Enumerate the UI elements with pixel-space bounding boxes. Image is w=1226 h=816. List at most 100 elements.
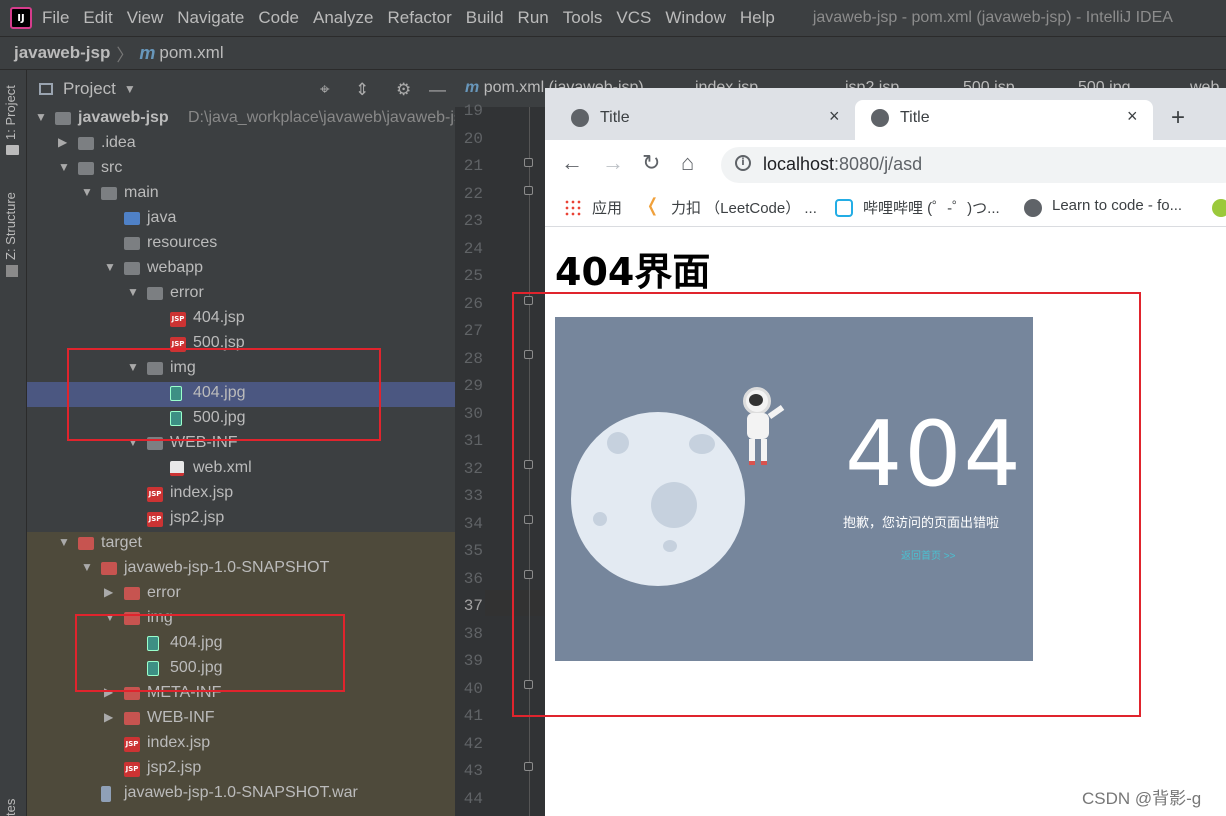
tree-item[interactable]: ▶ error — [27, 582, 455, 607]
line-number: 20 — [463, 129, 483, 148]
window-title: javaweb-jsp - pom.xml (javaweb-jsp) - In… — [812, 9, 1173, 26]
tree-item[interactable]: ▼ src — [27, 157, 455, 182]
tree-item-label: javaweb-jsp-1.0-SNAPSHOT.war — [124, 784, 358, 801]
tree-item[interactable]: ▼ javaweb-jsp-1.0-SNAPSHOT — [27, 557, 455, 582]
fold-marker-icon[interactable] — [524, 460, 533, 469]
new-tab-button[interactable]: + — [1171, 104, 1185, 132]
browser-tab-active[interactable]: Title × — [855, 100, 1153, 140]
fold-marker-icon[interactable] — [524, 158, 533, 167]
folder-icon — [147, 287, 163, 300]
menu-edit[interactable]: Edit — [83, 8, 112, 28]
source-folder-icon — [124, 212, 140, 225]
menu-refactor[interactable]: Refactor — [387, 8, 451, 28]
tree-item[interactable]: ▼ javaweb-jsp D:\java_workplace\javaweb\ja… — [27, 107, 455, 132]
tree-item[interactable]: JSP index.jsp — [27, 482, 455, 507]
address-bar[interactable]: i localhost:8080/j/asd — [721, 147, 1226, 183]
gear-icon[interactable]: ⚙ — [396, 80, 411, 100]
url-text[interactable]: localhost:8080/j/asd — [763, 154, 922, 175]
breadcrumb-file[interactable]: pom.xml — [159, 43, 223, 63]
menu-run[interactable]: Run — [518, 8, 549, 28]
fold-marker-icon[interactable] — [524, 570, 533, 579]
line-number: 30 — [463, 404, 483, 423]
back-arrow-icon[interactable]: ← — [561, 150, 583, 176]
expand-arrow-icon[interactable]: ▼ — [58, 535, 70, 549]
freecodecamp-icon — [1212, 199, 1226, 217]
line-number: 27 — [463, 322, 483, 340]
expand-arrow-icon[interactable]: ▼ — [58, 160, 70, 174]
tree-item-label: 404.jsp — [193, 309, 245, 326]
tab-bottom[interactable]: tes — [3, 799, 18, 816]
tree-item[interactable]: ▶ .idea — [27, 132, 455, 157]
fold-marker-icon[interactable] — [524, 350, 533, 359]
menu-navigate[interactable]: Navigate — [177, 8, 244, 28]
tree-item[interactable]: ▼ target — [27, 532, 455, 557]
collapse-all-icon[interactable]: ⇕ — [355, 80, 369, 100]
expand-arrow-icon[interactable]: ▼ — [35, 110, 47, 124]
module-icon — [55, 112, 71, 125]
browser-tab[interactable]: Title × — [559, 100, 855, 140]
collapse-arrow-icon[interactable]: ▶ — [104, 585, 113, 599]
collapse-arrow-icon[interactable]: ▶ — [58, 135, 67, 149]
expand-arrow-icon[interactable]: ▼ — [104, 260, 116, 274]
project-panel-header: Project ▼ ⌖ ⇕ ⚙ — — [27, 71, 455, 108]
bookmark-learn-to-code[interactable]: Learn to code - fo... — [1052, 197, 1182, 214]
reload-icon[interactable]: ↻ — [642, 150, 660, 176]
close-tab-icon[interactable]: × — [829, 106, 840, 127]
menu-file[interactable]: File — [42, 8, 69, 28]
menu-vcs[interactable]: VCS — [616, 8, 651, 28]
xml-file-icon — [170, 461, 184, 476]
fold-marker-icon[interactable] — [524, 515, 533, 524]
excluded-folder-icon — [78, 537, 94, 550]
menu-tools[interactable]: Tools — [563, 8, 603, 28]
breadcrumb-project[interactable]: javaweb-jsp — [14, 43, 110, 63]
menu-view[interactable]: View — [127, 8, 164, 28]
line-number: 33 — [463, 487, 483, 505]
tree-item[interactable]: ▼ main — [27, 182, 455, 207]
tree-item[interactable]: javaweb-jsp-1.0-SNAPSHOT.war — [27, 782, 455, 807]
line-number: 23 — [463, 212, 483, 230]
bookmark-bilibili[interactable]: 哔哩哔哩 (゜-゜)つ... — [863, 197, 1000, 218]
menu-analyze[interactable]: Analyze — [313, 8, 373, 28]
tree-item[interactable]: ▶ WEB-INF — [27, 707, 455, 732]
fold-marker-icon[interactable] — [524, 762, 533, 771]
tree-item[interactable]: ▼ webapp — [27, 257, 455, 282]
tree-item[interactable]: ▼ error — [27, 282, 455, 307]
forward-arrow-icon[interactable]: → — [602, 150, 624, 176]
expand-arrow-icon[interactable]: ▼ — [81, 185, 93, 199]
tree-item[interactable]: JSP 404.jsp — [27, 307, 455, 332]
tree-item[interactable]: web.xml — [27, 457, 455, 482]
minimize-icon[interactable]: — — [429, 80, 446, 100]
url-path: :8080/j/asd — [834, 154, 923, 174]
chevron-down-icon[interactable]: ▼ — [124, 82, 136, 96]
bookmark-leetcode[interactable]: 力扣 （LeetCode） ... — [671, 197, 817, 218]
tree-item-label: main — [124, 184, 159, 201]
tree-item[interactable]: resources — [27, 232, 455, 257]
line-number: 19 — [463, 102, 483, 120]
bookmark-apps[interactable]: 应用 — [592, 197, 622, 218]
locate-icon[interactable]: ⌖ — [320, 80, 330, 100]
close-tab-icon[interactable]: × — [1127, 106, 1138, 127]
tree-item[interactable]: java — [27, 207, 455, 232]
tree-item[interactable]: JSP jsp2.jsp — [27, 507, 455, 532]
collapse-arrow-icon[interactable]: ▶ — [104, 710, 113, 724]
menu-window[interactable]: Window — [665, 8, 725, 28]
fold-marker-icon[interactable] — [524, 296, 533, 305]
structure-icon — [6, 265, 18, 277]
expand-arrow-icon[interactable]: ▼ — [81, 560, 93, 574]
fold-marker-icon[interactable] — [524, 680, 533, 689]
menu-code[interactable]: Code — [258, 8, 299, 28]
fold-marker-icon[interactable] — [524, 186, 533, 195]
tree-item[interactable]: JSP jsp2.jsp — [27, 757, 455, 782]
menu-help[interactable]: Help — [740, 8, 775, 28]
home-icon[interactable]: ⌂ — [681, 150, 694, 176]
expand-arrow-icon[interactable]: ▼ — [127, 285, 139, 299]
line-number: 44 — [463, 789, 483, 808]
menu-build[interactable]: Build — [466, 8, 504, 28]
tree-item[interactable]: JSP index.jsp — [27, 732, 455, 757]
tab-structure[interactable]: Z: Structure — [3, 192, 18, 260]
project-panel-title[interactable]: Project — [63, 79, 116, 99]
tab-project[interactable]: 1: Project — [3, 85, 18, 140]
info-icon[interactable]: i — [735, 155, 751, 171]
war-file-icon — [101, 786, 111, 802]
folder-icon — [124, 237, 140, 250]
